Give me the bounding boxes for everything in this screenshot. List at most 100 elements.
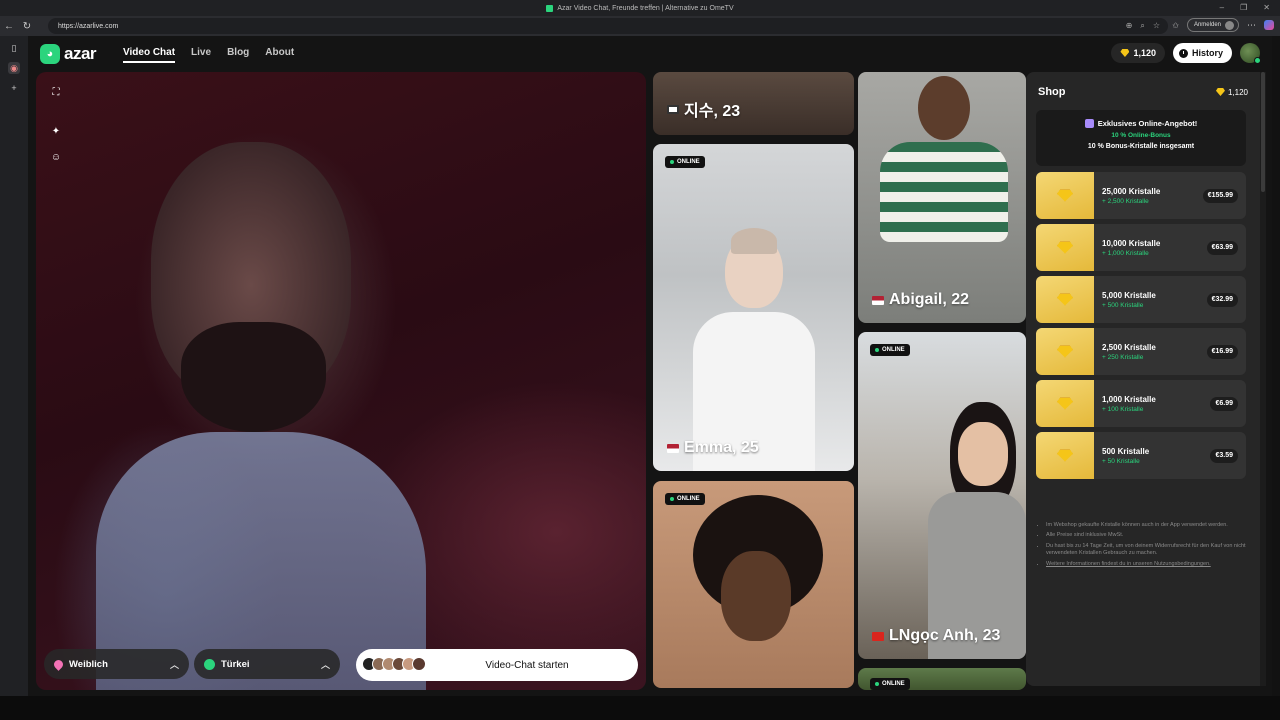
package-bonus: + 500 Kristalle	[1102, 301, 1144, 309]
gem-balance-button[interactable]: 1,120	[1111, 43, 1165, 63]
profile-card[interactable]: ONLINE	[653, 481, 854, 688]
shop-notes: Im Webshop gekaufte Kristalle können auc…	[1040, 522, 1246, 571]
crystal-package-5000[interactable]: 5,000 Kristalle + 500 Kristalle €32.99	[1036, 276, 1246, 323]
crystal-package-2500[interactable]: 2,500 Kristalle + 250 Kristalle €16.99	[1036, 328, 1246, 375]
flag-us-icon	[872, 295, 884, 305]
nav-video-chat[interactable]: Video Chat	[123, 47, 176, 63]
camera-preview: ⛶ ✦ ☺ Weiblich ︿ Türkei ︿ Video-Chat sta…	[36, 72, 646, 690]
crystal-package-500[interactable]: 500 Kristalle + 50 Kristalle €3.59	[1036, 432, 1246, 479]
tab-actions-icon[interactable]: ▯	[8, 42, 20, 54]
active-tab-icon[interactable]: ◉	[8, 62, 20, 74]
shop-title: Shop	[1038, 86, 1066, 98]
shop-scrollbar[interactable]	[1260, 72, 1266, 686]
package-price-button[interactable]: €16.99	[1206, 344, 1238, 359]
profile-photo-sweater	[880, 142, 1008, 242]
crystal-pile-icon	[1036, 432, 1094, 479]
scrollbar-thumb[interactable]	[1261, 72, 1265, 192]
profile-card[interactable]: ONLINE LNgọc Anh, 23	[858, 332, 1026, 659]
region-label: Türkei	[221, 658, 250, 670]
package-price-button[interactable]: €3.59	[1210, 448, 1238, 463]
online-badge: ONLINE	[870, 344, 910, 356]
offer-headline: Exklusives Online-Angebot!	[1097, 119, 1198, 128]
offer-bonus: 10 % Online-Bonus	[1111, 132, 1171, 139]
profile-photo-face	[721, 551, 791, 641]
azar-logo-icon: ◕	[40, 44, 60, 64]
package-amount: 5,000 Kristalle	[1102, 290, 1156, 300]
effects-sparkle-icon[interactable]: ✦	[49, 124, 63, 138]
package-bonus: + 100 Kristalle	[1102, 405, 1144, 413]
favorites-icon[interactable]: ✩	[1172, 21, 1179, 30]
fullscreen-icon[interactable]: ⛶	[49, 85, 63, 99]
tab-favicon-icon	[546, 4, 554, 12]
crystal-package-10000[interactable]: 10,000 Kristalle + 1,000 Kristalle €63.99	[1036, 224, 1246, 271]
profile-name-text: Abigail, 22	[889, 291, 970, 308]
profile-photo-hat	[731, 228, 777, 254]
profile-photo-face	[918, 76, 970, 140]
restore-icon[interactable]: ❐	[1240, 3, 1247, 12]
signin-label: Anmelden	[1193, 22, 1221, 28]
gender-selector[interactable]: Weiblich ︿	[44, 649, 189, 679]
profile-card[interactable]: Abigail, 22	[858, 72, 1026, 323]
profile-name: Abigail, 22	[872, 291, 969, 309]
shop-header: Shop 1,120	[1038, 86, 1248, 98]
terms-link[interactable]: Weitere Informationen findest du in unse…	[1046, 561, 1246, 568]
new-tab-icon[interactable]: +	[8, 82, 20, 94]
crystal-pile-icon	[1036, 380, 1094, 427]
crystal-package-25000[interactable]: 25,000 Kristalle + 2,500 Kristalle €155.9…	[1036, 172, 1246, 219]
profile-avatar-icon	[1225, 20, 1234, 30]
camera-person-beard	[181, 322, 326, 432]
browser-right-controls: ✩ Anmelden ⋯	[1172, 18, 1274, 32]
signin-button[interactable]: Anmelden	[1186, 18, 1239, 32]
user-avatar[interactable]	[1240, 43, 1261, 64]
copilot-icon[interactable]	[1264, 20, 1274, 30]
nav-about[interactable]: About	[265, 47, 294, 63]
shop-balance: 1,120	[1215, 87, 1248, 97]
tab-title: Azar Video Chat, Freunde treffen | Alter…	[557, 4, 734, 12]
nav-live[interactable]: Live	[191, 47, 211, 63]
start-video-chat-button[interactable]: Video-Chat starten	[356, 649, 638, 681]
offer-total: 10 % Bonus-Kristalle insgesamt	[1087, 143, 1195, 150]
crystal-package-1000[interactable]: 1,000 Kristalle + 100 Kristalle €6.99	[1036, 380, 1246, 427]
gender-label: Weiblich	[69, 658, 108, 670]
taskbar-strip	[0, 696, 1280, 720]
package-price-button[interactable]: €6.99	[1210, 396, 1238, 411]
avatar-stack	[362, 657, 426, 671]
address-bar[interactable]: https://azarlive.com ⊕ ⌕ ☆	[48, 18, 1168, 34]
package-bonus: + 50 Kristalle	[1102, 457, 1140, 465]
package-price-button[interactable]: €63.99	[1206, 240, 1238, 255]
logo-text: azar	[64, 44, 97, 63]
nav-blog[interactable]: Blog	[227, 47, 249, 63]
reload-icon[interactable]: ↻	[18, 21, 36, 32]
profile-card[interactable]: ONLINE	[858, 668, 1026, 690]
history-button[interactable]: History	[1172, 43, 1232, 63]
crystal-pile-icon	[1036, 328, 1094, 375]
package-price-button[interactable]: €155.99	[1202, 188, 1238, 203]
shop-panel: Shop 1,120 Exklusives Online-Angebot! 10…	[1026, 72, 1260, 686]
package-bonus: + 2,500 Kristalle	[1102, 197, 1149, 205]
azar-logo[interactable]: ◕ azar	[40, 44, 97, 64]
address-bar-icons: ⊕ ⌕ ☆	[1126, 21, 1160, 31]
profile-card[interactable]: ONLINE Emma, 25	[653, 144, 854, 471]
translate-icon[interactable]: ⊕	[1126, 21, 1133, 31]
package-bonus: + 1,000 Kristalle	[1102, 249, 1149, 257]
package-price-button[interactable]: €32.99	[1206, 292, 1238, 307]
gift-icon	[1084, 119, 1094, 128]
profile-name: LNgọc Anh, 23	[872, 627, 1000, 645]
crystal-pile-icon	[1036, 276, 1094, 323]
more-menu-icon[interactable]: ⋯	[1247, 20, 1256, 31]
profile-card[interactable]: 지수, 23	[653, 72, 854, 135]
package-bonus: + 250 Kristalle	[1102, 353, 1144, 361]
bookmark-star-icon[interactable]: ☆	[1153, 21, 1160, 31]
online-badge: ONLINE	[665, 156, 705, 168]
face-filter-icon[interactable]: ☺	[49, 150, 63, 164]
close-icon[interactable]: ✕	[1263, 3, 1270, 12]
package-amount: 1,000 Kristalle	[1102, 394, 1156, 404]
region-selector[interactable]: Türkei ︿	[194, 649, 340, 679]
minimize-icon[interactable]: –	[1220, 3, 1224, 12]
shop-balance-value: 1,120	[1227, 87, 1248, 97]
gem-balance: 1,120	[1133, 48, 1156, 58]
flag-kr-icon	[667, 104, 679, 114]
browser-side-rail: ▯ ◉ +	[0, 36, 28, 696]
back-arrow-icon[interactable]: ←	[0, 21, 18, 32]
zoom-icon[interactable]: ⌕	[1140, 21, 1144, 31]
